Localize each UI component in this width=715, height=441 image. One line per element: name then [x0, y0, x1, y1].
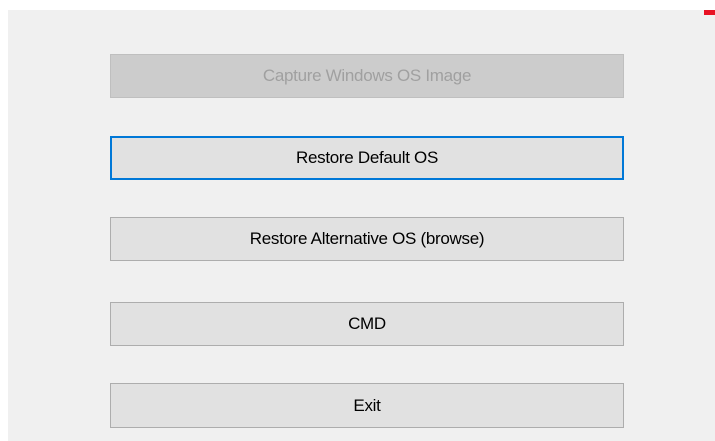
- main-window: Capture Windows OS Image Restore Default…: [8, 10, 715, 441]
- restore-alternative-os-button[interactable]: Restore Alternative OS (browse): [110, 217, 624, 261]
- cmd-button[interactable]: CMD: [110, 302, 624, 346]
- exit-button[interactable]: Exit: [110, 383, 624, 428]
- close-button[interactable]: [704, 10, 715, 15]
- restore-default-os-button[interactable]: Restore Default OS: [110, 136, 624, 180]
- capture-os-image-button[interactable]: Capture Windows OS Image: [110, 54, 624, 98]
